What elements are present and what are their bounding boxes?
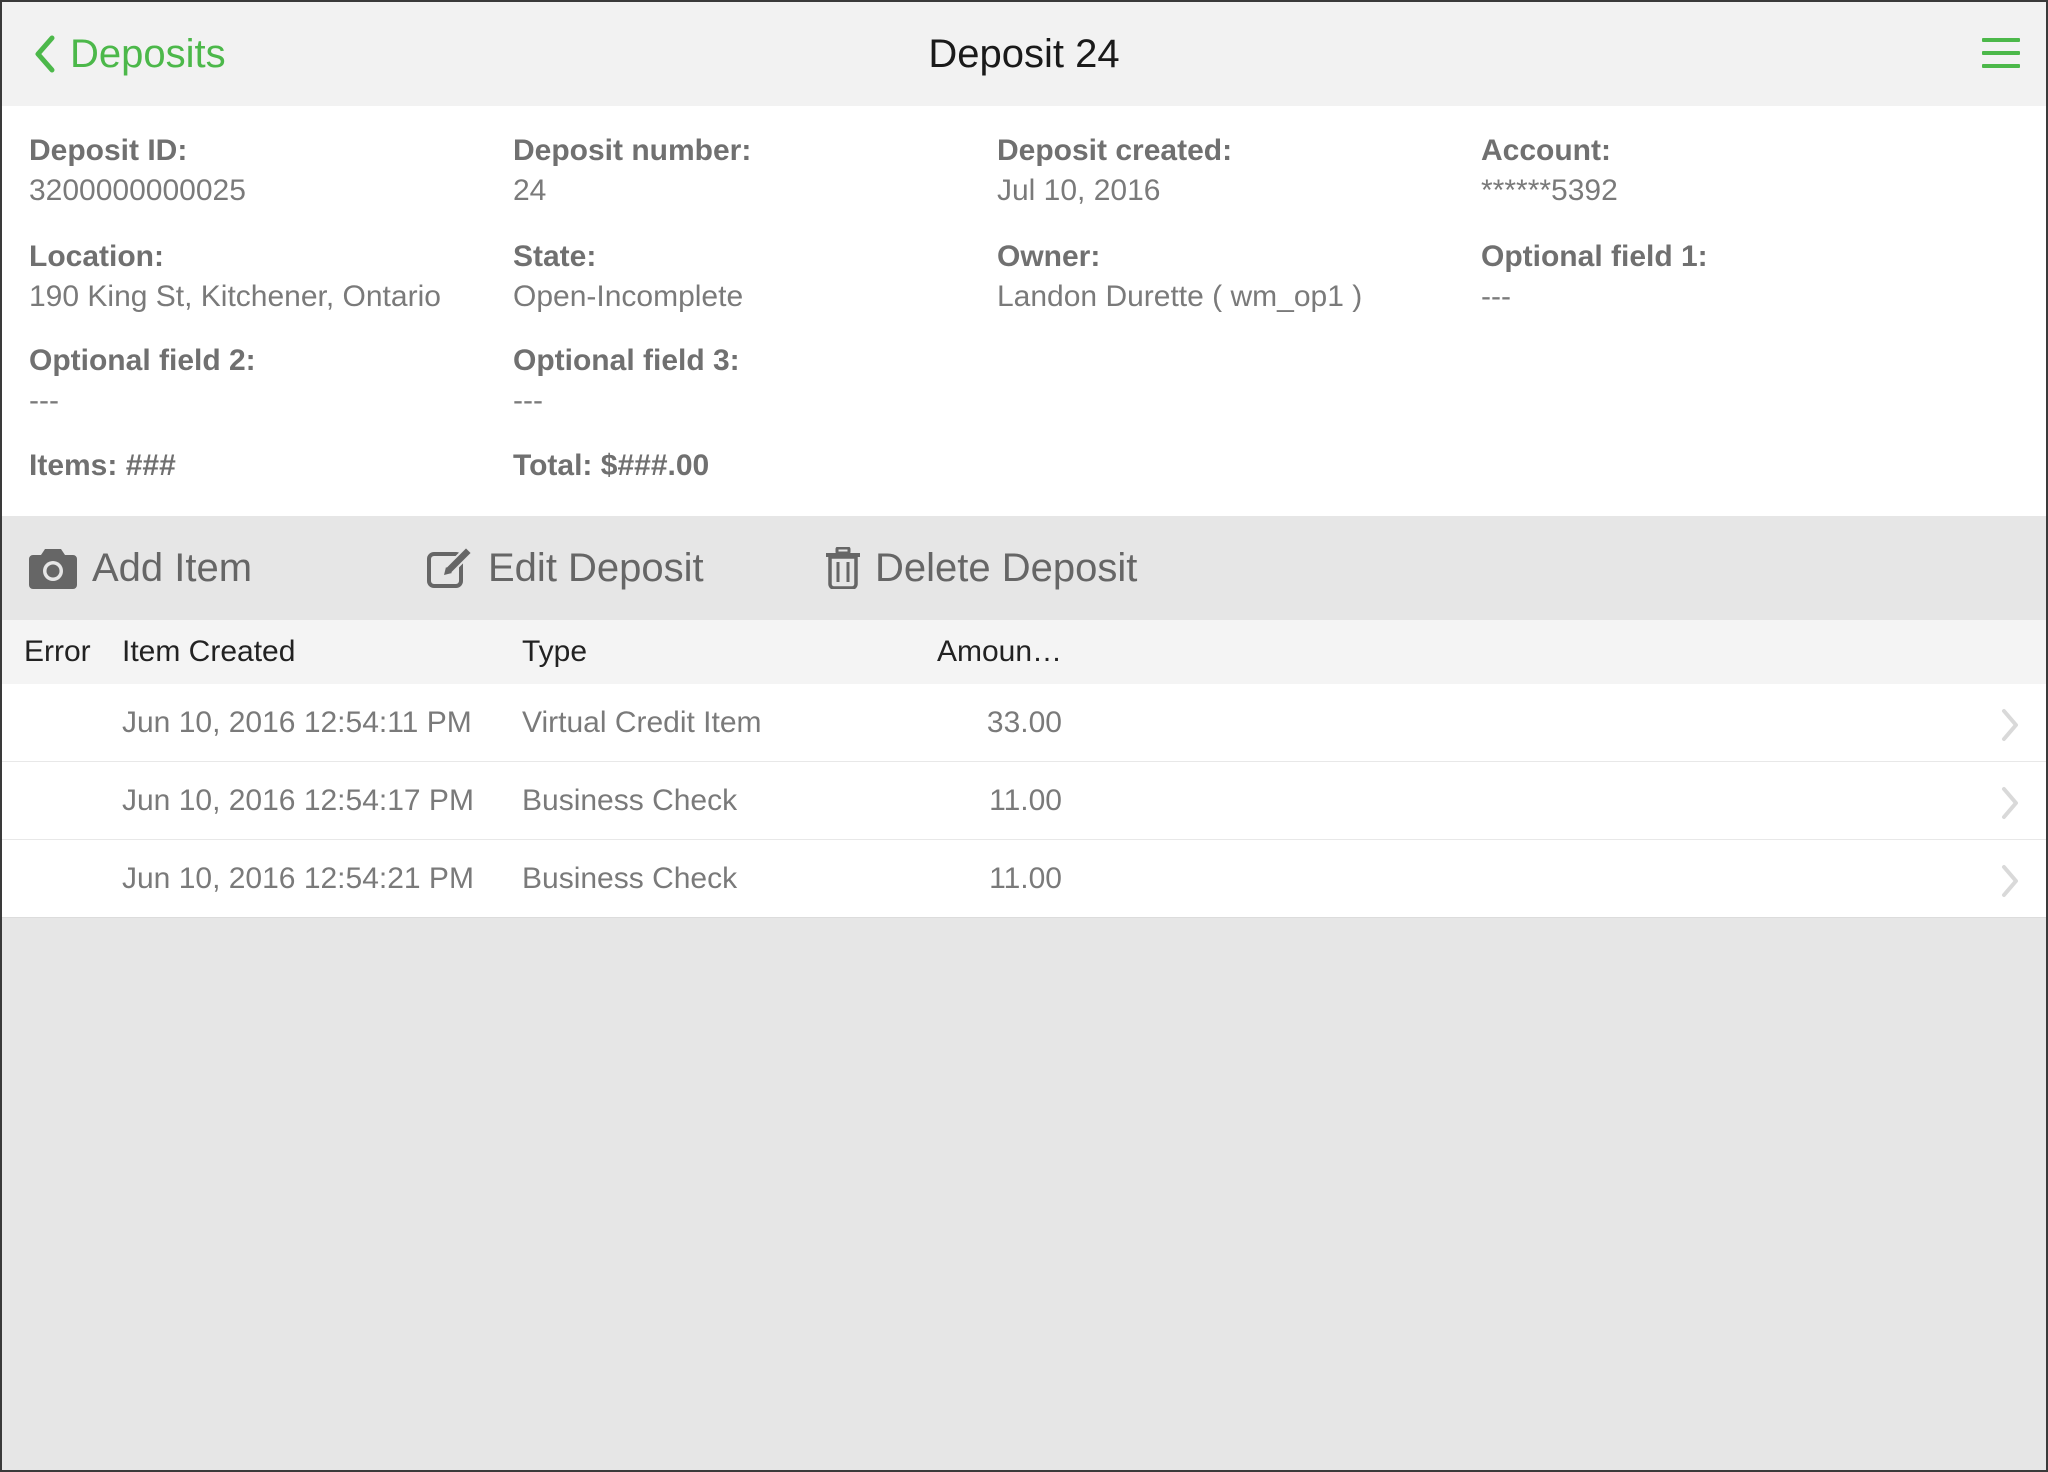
camera-icon xyxy=(29,549,77,589)
hamburger-menu-icon[interactable] xyxy=(1982,36,2020,70)
table-row[interactable]: Jun 10, 2016 12:54:11 PM Virtual Credit … xyxy=(2,684,2046,762)
field-optional-1: Optional field 1: --- xyxy=(1481,237,1951,317)
field-label: Owner: xyxy=(997,240,1101,273)
cell-item-created: Jun 10, 2016 12:54:17 PM xyxy=(122,784,474,817)
items-table-header: Error Item Created Type Amoun… xyxy=(2,620,2046,684)
field-account: Account: ******5392 xyxy=(1481,131,1951,211)
field-deposit-number: Deposit number: 24 xyxy=(513,131,983,211)
field-label: Deposit ID: xyxy=(29,134,188,167)
items-summary: Items: ### xyxy=(29,449,176,482)
field-value: --- xyxy=(513,384,543,417)
field-optional-2: Optional field 2: --- xyxy=(29,341,499,421)
field-value: --- xyxy=(29,384,59,417)
field-owner: Owner: Landon Durette ( wm_op1 ) xyxy=(997,237,1467,317)
field-label: Account: xyxy=(1481,134,1611,167)
field-label: Optional field 2: xyxy=(29,344,256,377)
cell-amount: 11.00 xyxy=(989,862,1062,895)
field-deposit-id: Deposit ID: 3200000000025 xyxy=(29,131,499,211)
field-value: 24 xyxy=(513,174,547,207)
cell-amount: 33.00 xyxy=(986,706,1062,739)
field-value: Jul 10, 2016 xyxy=(997,174,1161,207)
delete-deposit-label: Delete Deposit xyxy=(875,545,1138,590)
cell-type: Business Check xyxy=(522,862,738,895)
field-value: ******5392 xyxy=(1481,174,1618,207)
edit-icon xyxy=(427,547,474,588)
field-label: State: xyxy=(513,240,597,273)
cell-type: Virtual Credit Item xyxy=(522,706,762,739)
table-row[interactable]: Jun 10, 2016 12:54:17 PM Business Check … xyxy=(2,762,2046,840)
field-deposit-created: Deposit created: Jul 10, 2016 xyxy=(997,131,1467,211)
field-label: Optional field 1: xyxy=(1481,240,1708,273)
chevron-right-icon xyxy=(2002,865,2018,897)
cell-type: Business Check xyxy=(522,784,738,817)
field-label: Location: xyxy=(29,240,164,273)
add-item-label: Add Item xyxy=(92,545,253,590)
delete-deposit-button[interactable]: Delete Deposit xyxy=(825,542,1137,594)
field-state: State: Open-Incomplete xyxy=(513,237,983,317)
edit-deposit-label: Edit Deposit xyxy=(488,545,704,590)
items-table: Jun 10, 2016 12:54:11 PM Virtual Credit … xyxy=(2,684,2046,918)
trash-icon xyxy=(826,547,860,589)
field-location: Location: 190 King St, Kitchener, Ontari… xyxy=(29,237,499,317)
cell-item-created: Jun 10, 2016 12:54:21 PM xyxy=(122,862,474,895)
table-row[interactable]: Jun 10, 2016 12:54:21 PM Business Check … xyxy=(2,840,2046,918)
cell-item-created: Jun 10, 2016 12:54:11 PM xyxy=(122,706,472,739)
field-optional-3: Optional field 3: --- xyxy=(513,341,983,421)
app-window: Deposits Deposit 24 Deposit ID: 32000000… xyxy=(0,0,2048,1472)
field-label: Optional field 3: xyxy=(513,344,740,377)
column-header-type[interactable]: Type xyxy=(522,620,587,684)
cell-amount: 11.00 xyxy=(989,784,1062,817)
column-header-amount[interactable]: Amoun… xyxy=(937,620,1062,684)
deposit-toolbar: Add Item Edit Deposit Delete Deposit xyxy=(2,516,2046,620)
navigation-bar: Deposits Deposit 24 xyxy=(2,2,2046,106)
column-header-item-created[interactable]: Item Created xyxy=(122,620,295,684)
deposit-details: Deposit ID: 3200000000025 Deposit number… xyxy=(2,106,2046,516)
field-label: Deposit created: xyxy=(997,134,1233,167)
field-label: Deposit number: xyxy=(513,134,752,167)
field-value: --- xyxy=(1481,280,1511,313)
total-summary: Total: $###.00 xyxy=(513,449,710,482)
add-item-button[interactable]: Add Item xyxy=(28,542,252,594)
page-title: Deposit 24 xyxy=(928,32,1120,76)
chevron-right-icon xyxy=(2002,787,2018,819)
column-header-error[interactable]: Error xyxy=(24,620,91,684)
field-value: 190 King St, Kitchener, Ontario xyxy=(29,280,441,313)
edit-deposit-button[interactable]: Edit Deposit xyxy=(426,542,704,594)
field-value: 3200000000025 xyxy=(29,174,246,207)
chevron-right-icon xyxy=(2002,709,2018,741)
field-value: Open-Incomplete xyxy=(513,280,744,313)
field-value: Landon Durette ( wm_op1 ) xyxy=(997,280,1363,313)
